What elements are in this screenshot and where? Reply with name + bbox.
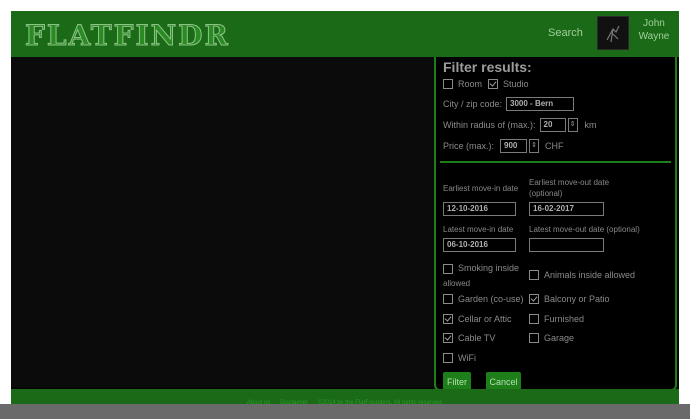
earliest-moveout-label: Earliest move-out date (optional) xyxy=(529,178,610,198)
filter-panel: Filter results: Room Studio City / zip c… xyxy=(434,57,677,392)
cellar-checkbox[interactable] xyxy=(443,314,453,324)
logo[interactable]: FLATFINDR xyxy=(25,19,230,53)
garage-label: Garage xyxy=(544,333,575,343)
section-divider xyxy=(440,161,671,163)
city-input[interactable]: 3000 - Bern xyxy=(506,97,575,111)
animals-label: Animals inside allowed xyxy=(544,270,636,280)
garage-option: Garage xyxy=(529,333,574,343)
price-row: Price (max.): 900 ⇕ CHF xyxy=(443,139,564,153)
app-window: FLATFINDR Search John Wayne Filter resul… xyxy=(11,11,679,417)
user-last-name: Wayne xyxy=(638,31,670,42)
radius-unit: km xyxy=(584,120,597,130)
cellar-option: Cellar or Attic xyxy=(443,314,512,324)
latest-movein-label: Latest move-in date xyxy=(443,225,514,234)
animals-option: Animals inside allowed xyxy=(529,270,635,280)
smoking-label-cont: allowed xyxy=(443,279,471,288)
radius-spinner-icon[interactable]: ⇕ xyxy=(567,118,578,132)
balcony-label: Balcony or Patio xyxy=(544,294,610,304)
search-link[interactable]: Search xyxy=(548,27,583,39)
cable-label: Cable TV xyxy=(458,333,496,343)
city-row: City / zip code: 3000 - Bern xyxy=(443,97,575,111)
balcony-checkbox[interactable] xyxy=(529,294,539,304)
animals-checkbox[interactable] xyxy=(529,270,539,280)
garden-option: Garden (co-use) xyxy=(443,294,524,304)
cellar-label: Cellar or Attic xyxy=(458,314,512,324)
top-navigation-bar: FLATFINDR Search John Wayne xyxy=(11,11,679,57)
smoking-checkbox[interactable] xyxy=(443,264,453,274)
cable-checkbox[interactable] xyxy=(443,333,453,343)
latest-movein-input[interactable]: 06-10-2016 xyxy=(443,238,516,252)
cable-option: Cable TV xyxy=(443,333,495,343)
user-name[interactable]: John Wayne xyxy=(635,17,673,43)
price-unit: CHF xyxy=(545,141,564,151)
avatar[interactable] xyxy=(597,16,629,50)
room-label: Room xyxy=(458,79,483,89)
furnished-checkbox[interactable] xyxy=(529,314,539,324)
earliest-movein-label: Earliest move-in date xyxy=(443,184,519,193)
latest-moveout-input[interactable] xyxy=(529,238,604,252)
balcony-option: Balcony or Patio xyxy=(529,294,610,304)
user-first-name: John xyxy=(643,18,665,29)
garden-checkbox[interactable] xyxy=(443,294,453,304)
latest-moveout-label: Latest move-out date (optional) xyxy=(529,225,640,234)
results-area xyxy=(11,57,435,387)
furnished-label: Furnished xyxy=(544,314,585,324)
wifi-option: WiFi xyxy=(443,353,476,363)
city-label: City / zip code: xyxy=(443,99,503,109)
earliest-moveout-input[interactable]: 16-02-2017 xyxy=(529,202,604,216)
smoking-label: Smoking inside xyxy=(458,263,520,273)
wifi-checkbox[interactable] xyxy=(443,353,453,363)
garden-label: Garden (co-use) xyxy=(458,294,524,304)
user-picture-icon xyxy=(606,25,620,43)
radius-label: Within radius of (max.): xyxy=(443,120,536,130)
bottom-strip xyxy=(0,404,690,419)
radius-input[interactable]: 20 xyxy=(539,118,566,132)
garage-checkbox[interactable] xyxy=(529,333,539,343)
furnished-option: Furnished xyxy=(529,314,584,324)
radius-row: Within radius of (max.): 20 ⇕ km xyxy=(443,118,597,132)
price-label: Price (max.): xyxy=(443,141,495,151)
studio-label: Studio xyxy=(503,79,529,89)
filter-title: Filter results: xyxy=(443,59,532,75)
price-spinner-icon[interactable]: ⇕ xyxy=(529,139,540,153)
wifi-label: WiFi xyxy=(458,353,476,363)
room-checkbox[interactable] xyxy=(443,79,453,89)
type-row: Room Studio xyxy=(443,79,529,89)
price-input[interactable]: 900 xyxy=(500,139,528,153)
earliest-movein-input[interactable]: 12-10-2016 xyxy=(443,202,516,216)
studio-checkbox[interactable] xyxy=(488,79,499,89)
smoking-option: Smoking inside xyxy=(443,263,519,274)
